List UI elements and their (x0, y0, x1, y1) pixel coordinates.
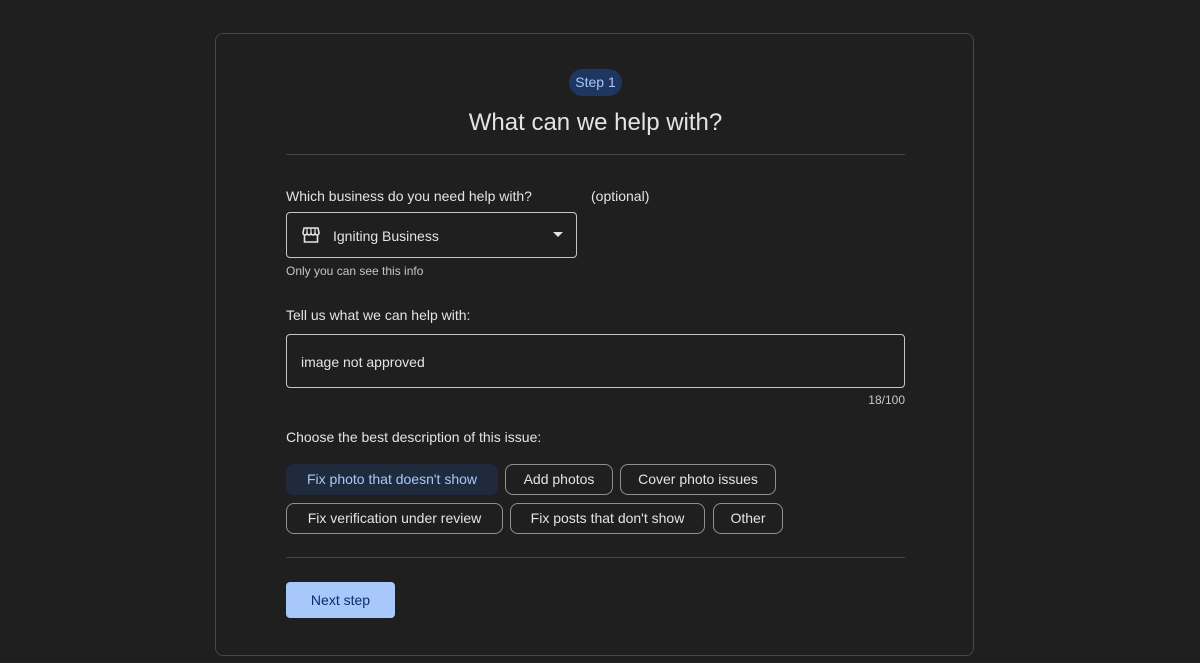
bottom-divider (286, 557, 905, 558)
business-select-value: Igniting Business (333, 228, 439, 244)
optional-label: (optional) (591, 188, 650, 204)
issue-chip-verification[interactable]: Fix verification under review (286, 503, 503, 534)
privacy-helper-text: Only you can see this info (286, 264, 424, 278)
issue-chip-posts[interactable]: Fix posts that don't show (510, 503, 705, 534)
business-select[interactable]: Igniting Business (286, 212, 577, 258)
description-input-value: image not approved (301, 354, 425, 370)
page-title: What can we help with? (468, 109, 723, 136)
top-divider (286, 154, 905, 155)
issue-chip-fix-photo[interactable]: Fix photo that doesn't show (286, 464, 498, 495)
storefront-icon (302, 227, 320, 243)
issue-chip-other[interactable]: Other (713, 503, 783, 534)
business-label: Which business do you need help with? (286, 188, 532, 204)
description-input[interactable]: image not approved (286, 334, 905, 388)
issue-description-label: Choose the best description of this issu… (286, 429, 542, 445)
dropdown-arrow-icon (553, 232, 563, 237)
character-counter: 18/100 (868, 393, 905, 407)
issue-chip-add-photos[interactable]: Add photos (505, 464, 613, 495)
next-step-button[interactable]: Next step (286, 582, 395, 618)
issue-chip-cover-photo[interactable]: Cover photo issues (620, 464, 776, 495)
step-badge: Step 1 (569, 69, 622, 96)
description-label: Tell us what we can help with: (286, 307, 471, 323)
